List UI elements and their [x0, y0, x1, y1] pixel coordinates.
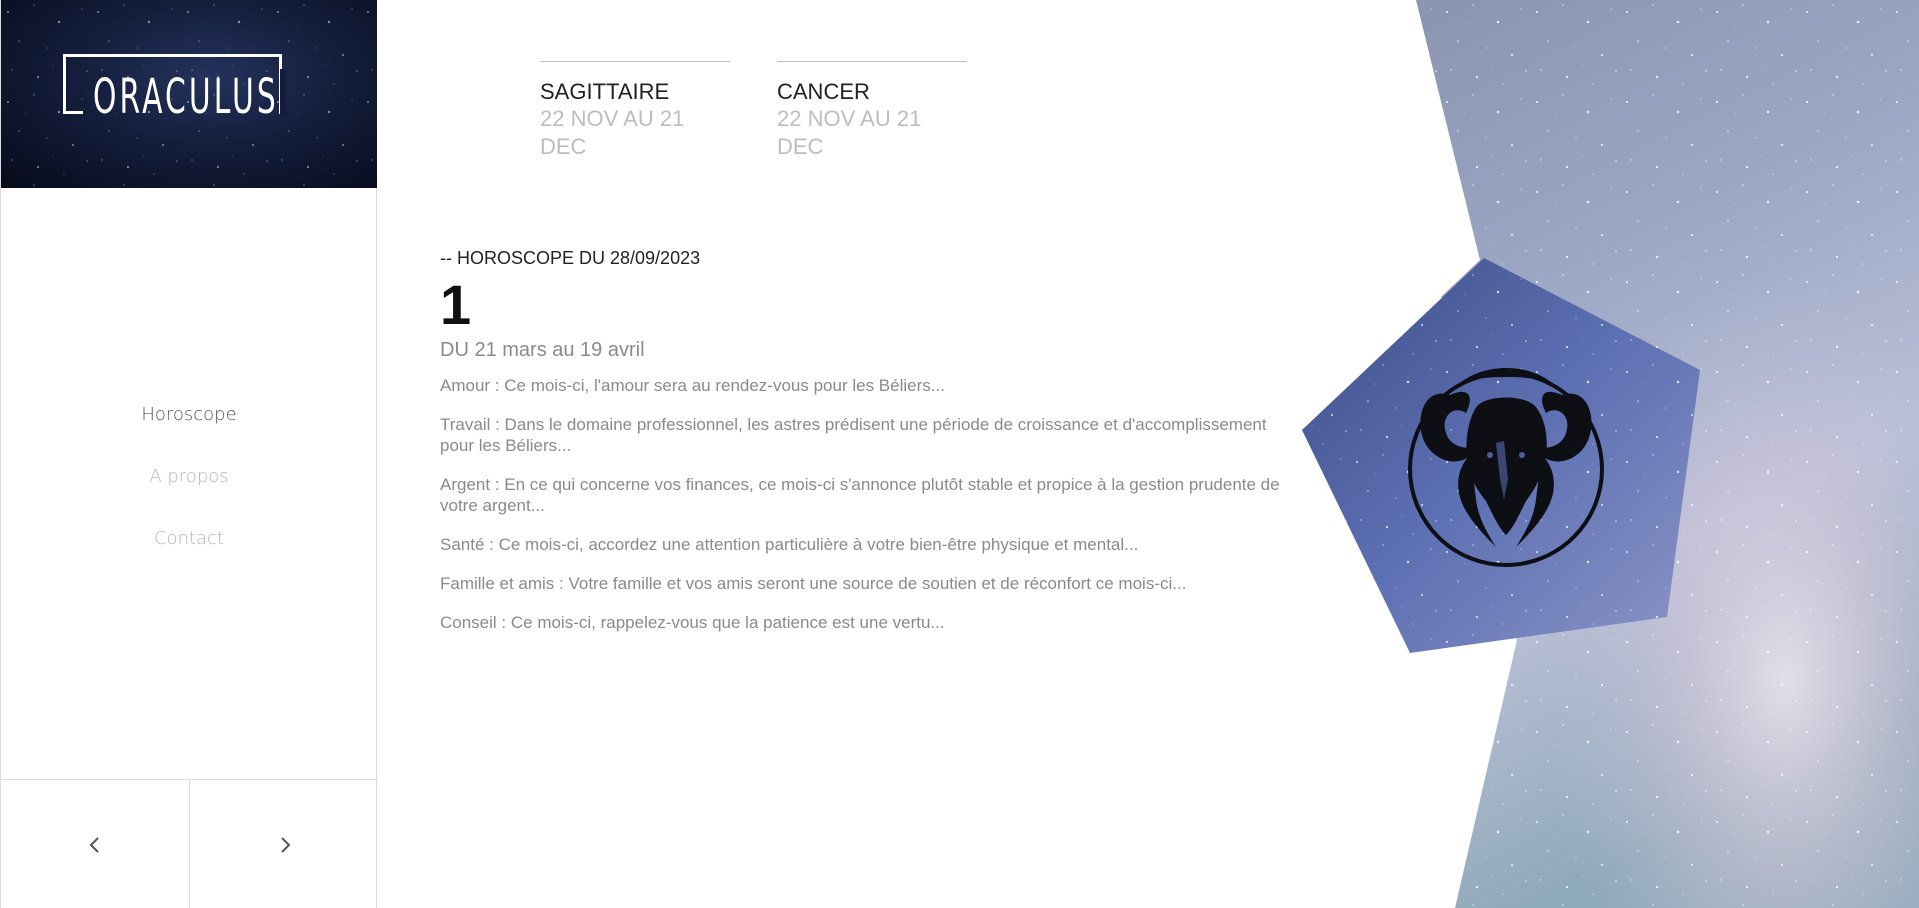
sign-pager [1, 779, 378, 908]
logo-text: ORACULUS [93, 69, 279, 125]
sign-dates: 22 NOV AU 21 DEC [777, 106, 922, 159]
sign-dates: 22 NOV AU 21 DEC [540, 106, 685, 159]
sign-name: SAGITTAIRE [540, 79, 670, 104]
chevron-right-icon [280, 836, 290, 853]
sidebar: ORACULUS Horoscope A propos Contact [0, 0, 378, 908]
paragraph-famille: Famille et amis : Votre famille et vos a… [440, 574, 1187, 593]
aries-ram-icon [1408, 368, 1604, 567]
nav-item-a-propos[interactable]: A propos [1, 462, 377, 524]
paragraph-sante: Santé : Ce mois-ci, accordez une attenti… [440, 535, 1139, 554]
next-sign-button[interactable] [191, 780, 378, 908]
paragraph-conseil: Conseil : Ce mois-ci, rappelez-vous que … [440, 613, 945, 632]
sign-name: CANCER [777, 79, 870, 104]
sign-date-range: DU 21 mars au 19 avril [440, 339, 645, 361]
sign-link-cancer[interactable]: CANCER 22 NOV AU 21 DEC [777, 61, 967, 161]
horoscope-date-heading: -- HOROSCOPE DU 28/09/2023 [440, 248, 701, 268]
horoscope-content: -- HOROSCOPE DU 28/09/2023 1 DU 21 mars … [440, 246, 1300, 651]
paragraph-travail: Travail : Dans le domaine professionnel,… [440, 415, 1267, 455]
paragraph-argent: Argent : En ce qui concerne vos finances… [440, 475, 1280, 515]
logo-banner[interactable]: ORACULUS [1, 0, 377, 188]
nav-item-horoscope[interactable]: Horoscope [1, 400, 377, 462]
oraculus-logo: ORACULUS [63, 54, 286, 126]
aries-zodiac-emblem [1300, 255, 1702, 655]
paragraph-amour: Amour : Ce mois-ci, l'amour sera au rend… [440, 376, 945, 395]
sign-number: 1 [440, 273, 472, 336]
main-nav: Horoscope A propos Contact [1, 400, 377, 586]
nav-item-contact[interactable]: Contact [1, 524, 377, 586]
sign-link-sagittaire[interactable]: SAGITTAIRE 22 NOV AU 21 DEC [540, 61, 730, 161]
previous-sign-button[interactable] [1, 780, 190, 908]
chevron-left-icon [89, 836, 99, 853]
